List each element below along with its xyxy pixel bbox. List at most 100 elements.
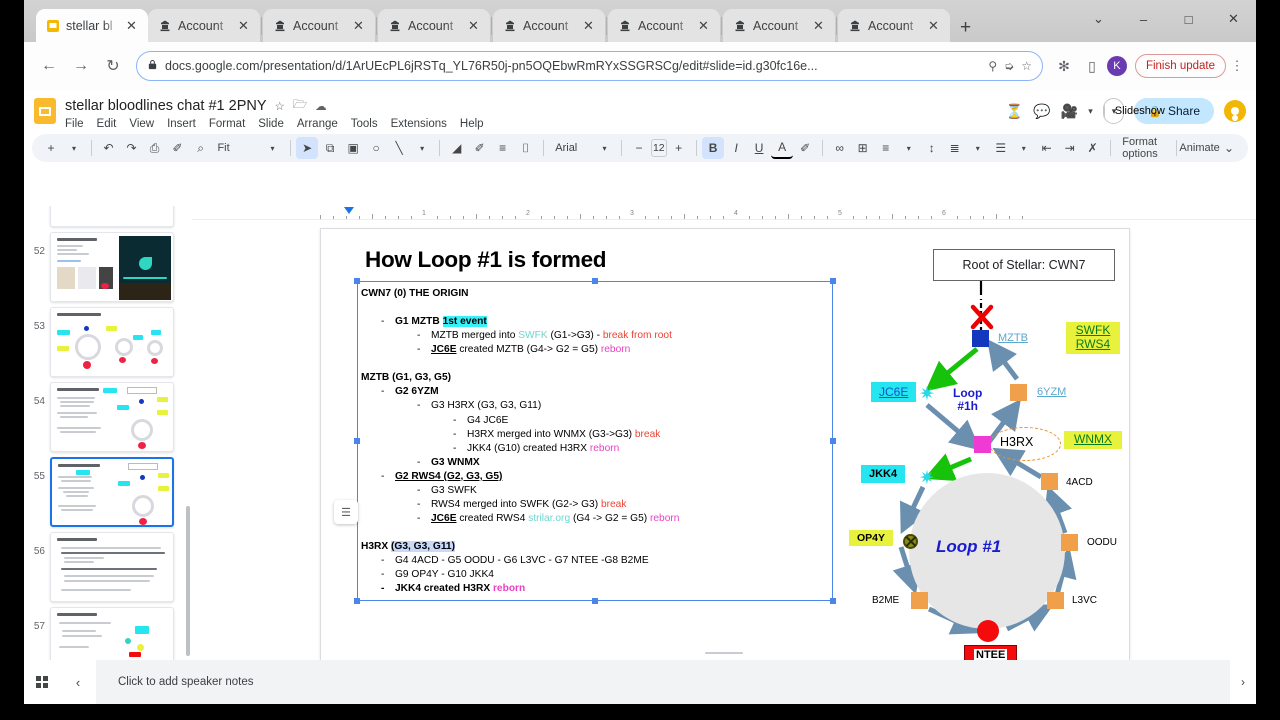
highlight-color-button[interactable]: ✐ [794, 137, 816, 159]
node-6yzm[interactable] [1010, 384, 1027, 401]
browser-tab-7[interactable]: Account ✕ [723, 9, 835, 42]
line-tool[interactable]: ╲ [388, 137, 410, 159]
close-tab-icon[interactable]: ✕ [813, 19, 827, 32]
browser-tab-2[interactable]: Account ✕ [148, 9, 260, 42]
menu-insert[interactable]: Insert [167, 118, 196, 130]
share-icon[interactable]: ➭ [1004, 59, 1014, 73]
node-l3vc[interactable] [1047, 592, 1064, 609]
profile-avatar[interactable]: K [1106, 56, 1127, 76]
node-label-6yzm[interactable]: 6YZM [1037, 386, 1066, 398]
collapse-filmstrip-icon[interactable]: ‹ [60, 675, 96, 690]
bulleted-list-button[interactable]: ☰ [990, 137, 1012, 159]
border-weight-tool[interactable]: ≡ [492, 137, 514, 159]
loop-diagram[interactable]: Root of Stellar: CWN7 MZTB SWFK RWS4 JC6… [849, 237, 1129, 660]
document-title[interactable]: stellar bloodlines chat #1 2PNY [65, 98, 267, 114]
zoom-dropdown-icon[interactable]: ▾ [262, 137, 284, 159]
side-panel-icon[interactable]: ▯ [1079, 53, 1105, 79]
selection-handle-bl[interactable] [354, 598, 360, 604]
line-spacing-button[interactable]: ↕ [921, 137, 943, 159]
close-tab-icon[interactable]: ✕ [698, 19, 712, 32]
selection-handle-tr[interactable] [830, 278, 836, 284]
select-tool[interactable]: ➤ [296, 137, 319, 159]
font-family-dropdown-icon[interactable]: ▾ [593, 137, 615, 159]
meet-dropdown-icon[interactable]: ▾ [1088, 106, 1093, 117]
selection-handle-tl[interactable] [354, 278, 360, 284]
selection-handle-tc[interactable] [592, 278, 598, 284]
node-4acd[interactable] [1041, 473, 1058, 490]
expand-notes-icon[interactable]: › [1230, 675, 1256, 689]
slide-thumbnail-52[interactable] [50, 232, 174, 302]
selection-handle-ml[interactable] [354, 438, 360, 444]
decrease-font-size-button[interactable]: − [628, 137, 650, 159]
node-op4y[interactable] [903, 534, 918, 549]
browser-menu-icon[interactable]: ⋮ [1228, 58, 1246, 74]
node-ntee[interactable] [977, 620, 999, 642]
finish-update-button[interactable]: Finish update [1134, 54, 1226, 78]
minimize-icon[interactable]: – [1121, 0, 1166, 38]
new-slide-button[interactable]: + [40, 137, 62, 159]
comment-icon[interactable]: 💬 [1033, 103, 1050, 120]
underline-button[interactable]: U [748, 137, 770, 159]
sticky-note-swfk-rws4[interactable]: SWFK RWS4 [1066, 322, 1120, 354]
increase-font-size-button[interactable]: + [668, 137, 690, 159]
new-tab-button[interactable]: + [950, 18, 981, 42]
browser-tab-4[interactable]: Account ✕ [378, 9, 490, 42]
menu-view[interactable]: View [129, 118, 154, 130]
print-button[interactable]: ⎙ [144, 137, 166, 159]
bold-button[interactable]: B [702, 137, 725, 159]
browser-tab-8[interactable]: Account ✕ [838, 9, 950, 42]
paint-format-button[interactable]: ✐ [167, 137, 189, 159]
border-color-tool[interactable]: ✐ [469, 137, 491, 159]
zoom-button[interactable]: ⌕ [190, 137, 212, 159]
notes-resize-grip[interactable] [705, 652, 743, 654]
menu-file[interactable]: File [65, 118, 84, 130]
node-jc6e-star-icon[interactable]: ✷ [919, 385, 935, 404]
sticky-note-jc6e[interactable]: JC6E [871, 382, 917, 402]
close-tab-icon[interactable]: ✕ [238, 19, 252, 32]
speaker-notes-pane[interactable]: Click to add speaker notes [96, 660, 1230, 704]
menu-arrange[interactable]: Arrange [297, 118, 338, 130]
insert-comment-button[interactable]: ⊞ [852, 137, 874, 159]
menu-extensions[interactable]: Extensions [391, 118, 447, 130]
slide-body-text[interactable]: CWN7 (0) THE ORIGIN - G1 MZTB 1st event -… [361, 287, 871, 607]
slide-thumbnail-56[interactable] [50, 532, 174, 602]
text-color-button[interactable]: A [771, 137, 794, 159]
back-icon[interactable]: ← [34, 51, 64, 81]
bulleted-list-dropdown-icon[interactable]: ▾ [1013, 137, 1035, 159]
slideshow-button[interactable]: Slideshow ▾ [1102, 98, 1165, 124]
font-size-input[interactable]: 12 [651, 139, 667, 157]
horizontal-ruler[interactable]: 1 2 3 4 5 6 [192, 206, 1256, 220]
border-dash-tool[interactable]: ⌷ [515, 137, 537, 159]
line-dropdown-icon[interactable]: ▾ [411, 137, 433, 159]
meet-icon[interactable]: 🎥 [1061, 103, 1078, 120]
zoom-level-label[interactable]: Fit [213, 137, 235, 159]
search-icon[interactable]: ⚲ [988, 59, 997, 73]
move-to-folder-icon[interactable]: 🗁 [293, 97, 307, 116]
close-tab-icon[interactable]: ✕ [353, 19, 367, 32]
browser-tab-1[interactable]: stellar bl ✕ [36, 9, 148, 42]
sticky-note-jkk4[interactable]: JKK4 [861, 465, 906, 483]
address-bar[interactable]: docs.google.com/presentation/d/1ArUEcPL6… [136, 51, 1043, 81]
close-window-icon[interactable]: ✕ [1211, 0, 1256, 38]
root-of-stellar-box[interactable]: Root of Stellar: CWN7 [933, 249, 1115, 281]
slide-title[interactable]: How Loop #1 is formed [365, 247, 607, 273]
grid-view-icon[interactable] [24, 676, 60, 688]
node-jkk4-star-icon[interactable]: ✷ [919, 469, 935, 488]
close-tab-icon[interactable]: ✕ [468, 19, 482, 32]
text-box-tool[interactable]: ⧉ [319, 137, 341, 159]
new-slide-dropdown-icon[interactable]: ▾ [63, 137, 85, 159]
filmstrip-scrollbar[interactable] [186, 506, 190, 656]
decrease-indent-button[interactable]: ⇤ [1036, 137, 1058, 159]
maximize-icon[interactable]: □ [1166, 0, 1211, 38]
numbered-list-dropdown-icon[interactable]: ▾ [967, 137, 989, 159]
browser-tab-6[interactable]: Account ✕ [608, 9, 720, 42]
menu-edit[interactable]: Edit [97, 118, 117, 130]
ruler-indent-handle[interactable] [344, 207, 354, 214]
tab-list-icon[interactable]: ⌄ [1076, 0, 1121, 38]
version-history-icon[interactable]: ⏳ [1006, 103, 1023, 120]
browser-tab-5[interactable]: Account ✕ [493, 9, 605, 42]
collapse-toolbar-icon[interactable]: ⌄ [1218, 137, 1240, 159]
node-label-mztb[interactable]: MZTB [998, 332, 1028, 344]
reload-icon[interactable]: ↻ [98, 51, 128, 81]
clear-formatting-button[interactable]: ✗ [1082, 137, 1104, 159]
